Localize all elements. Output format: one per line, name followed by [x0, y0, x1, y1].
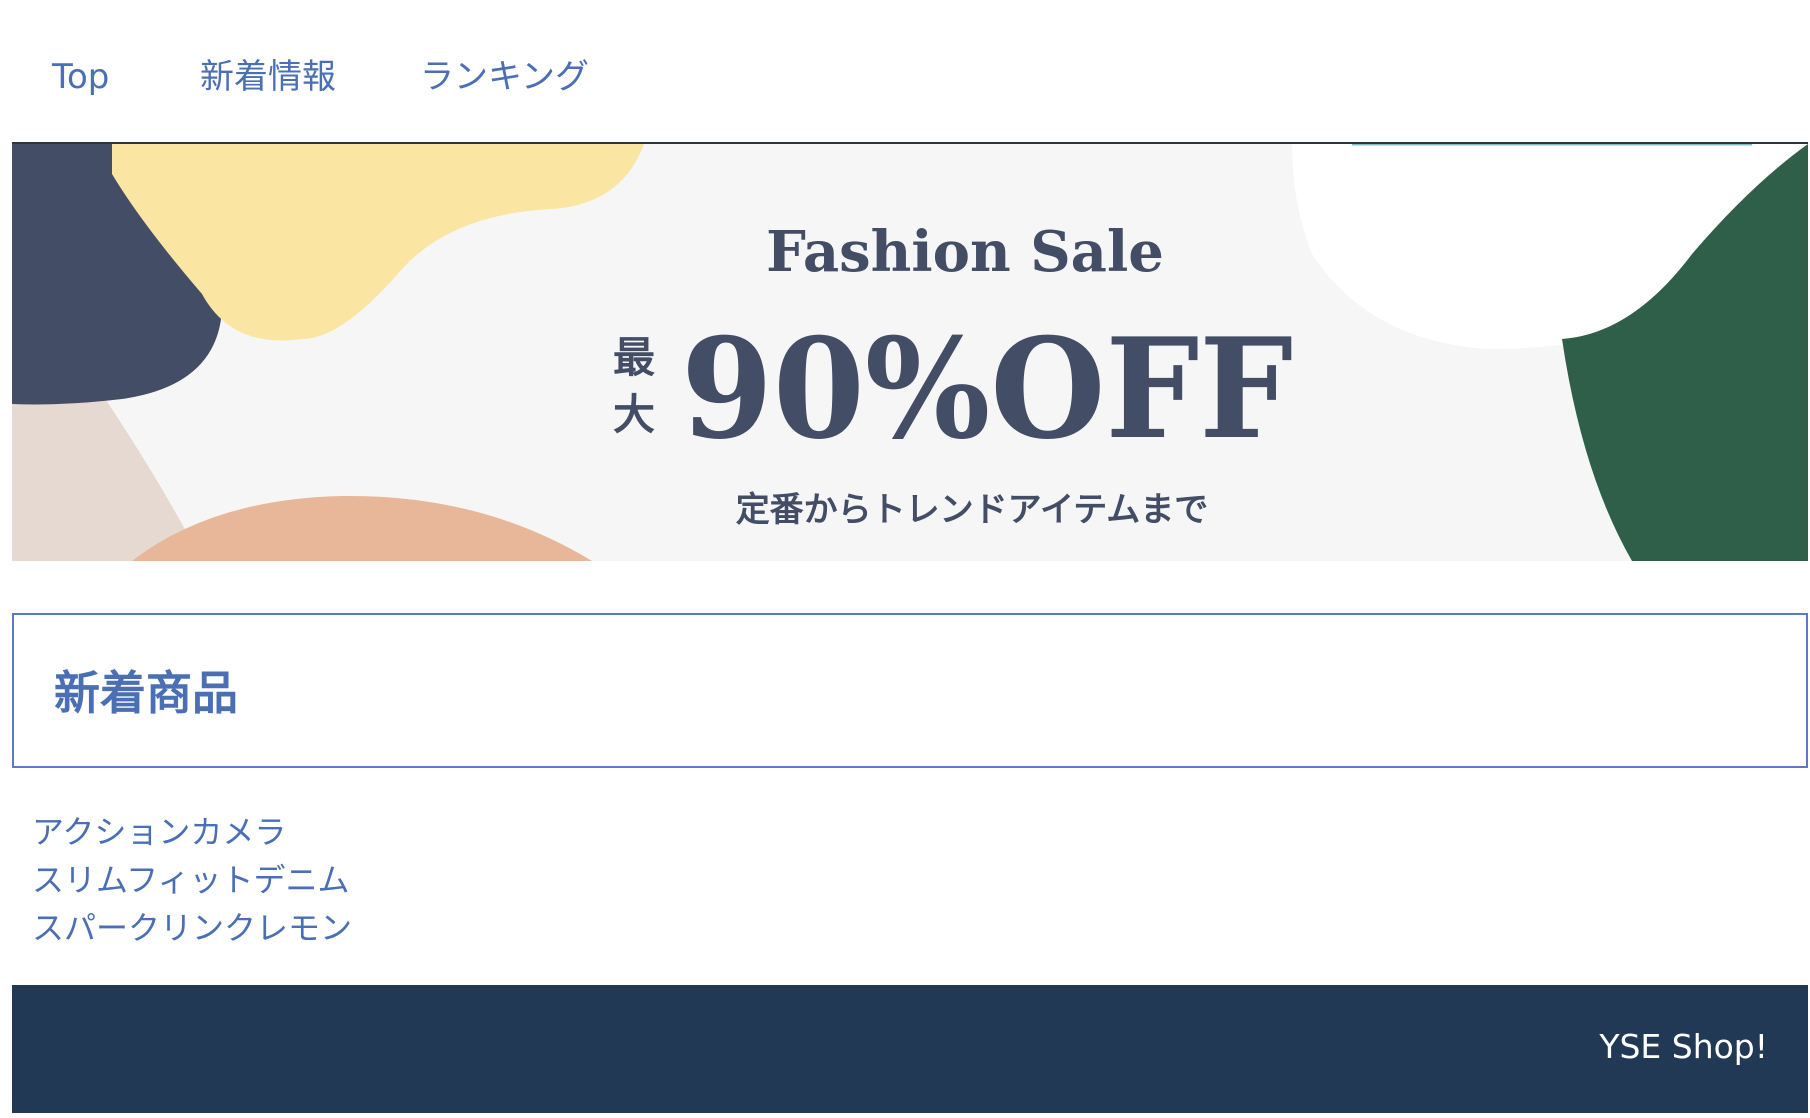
- nav-link-top[interactable]: Top: [52, 56, 109, 98]
- top-navigation: Top 新着情報 ランキング: [0, 0, 1810, 142]
- sale-banner-graphic: Fashion Sale 最 大 90%OFF 定番からトレンドアイテムまで: [12, 144, 1808, 561]
- footer-brand: YSE Shop!: [1599, 1027, 1768, 1066]
- sale-banner[interactable]: Fashion Sale 最 大 90%OFF 定番からトレンドアイテムまで: [12, 142, 1808, 561]
- banner-prefix-bottom: 大: [613, 390, 655, 439]
- product-link-sparkling-lemon[interactable]: スパークリンクレモン: [32, 904, 352, 952]
- section-title: 新着商品: [54, 666, 238, 720]
- product-list: アクションカメラ スリムフィットデニム スパークリンクレモン: [32, 808, 352, 952]
- banner-title: Fashion Sale: [766, 219, 1164, 285]
- product-link-slim-fit-denim[interactable]: スリムフィットデニム: [32, 856, 352, 904]
- footer: YSE Shop!: [12, 985, 1808, 1113]
- nav-link-news[interactable]: 新着情報: [200, 56, 336, 98]
- nav-link-ranking[interactable]: ランキング: [420, 56, 589, 98]
- new-products-header: 新着商品: [12, 613, 1808, 768]
- product-link-action-camera[interactable]: アクションカメラ: [32, 808, 352, 856]
- banner-subtitle: 定番からトレンドアイテムまで: [736, 490, 1209, 530]
- banner-headline: 90%OFF: [681, 307, 1293, 470]
- banner-prefix-top: 最: [613, 333, 655, 382]
